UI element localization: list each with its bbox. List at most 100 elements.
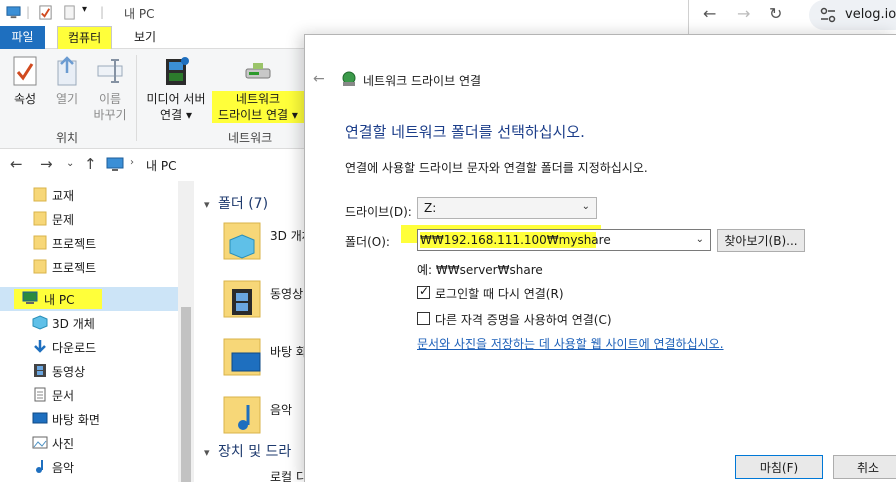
map-network-drive-button[interactable]: 네트워크 드라이브 연결 ▾ [212,55,304,123]
film-icon [34,364,46,377]
music-note-icon [36,460,43,473]
ribbon-group-divider [136,55,137,141]
nav-item-label: 프로젝트 [52,261,97,275]
open-icon [57,56,77,86]
dialog-title: 네트워크 드라이브 연결 [363,74,482,88]
network-group-label: 네트워크 [228,131,273,145]
tab-computer[interactable]: 컴퓨터 [57,26,113,49]
example-path: 예: ₩₩server₩share [417,263,543,277]
nav-item-documents[interactable]: 문서 [0,383,178,407]
picture-icon [32,436,48,449]
folder-icon [33,187,47,202]
media-server-icon [166,57,189,85]
folder-icon [33,235,47,250]
drive-letter-value: Z: [424,201,437,215]
back-arrow-icon[interactable]: ← [703,4,716,23]
breadcrumb-chevron-icon: › [130,157,134,168]
nav-item-label: 문제 [52,213,75,227]
rename-button[interactable]: 이름 바꾸기 [90,55,130,123]
network-drive-icon [342,71,356,86]
nav-item-label: 사진 [52,437,75,451]
cancel-button[interactable]: 취소 [833,455,896,479]
open-button[interactable]: 열기 [50,55,84,107]
nav-item-this-pc[interactable]: 내 PC [0,287,178,311]
folder-icon [33,211,47,226]
folder-tile-label: 음악 [270,403,293,417]
collapse-chevron-icon: ▾ [204,198,210,211]
connect-website-link[interactable]: 문서와 사진을 저장하는 데 사용할 웹 사이트에 연결하십시오. [417,335,724,352]
nav-item-label: 프로젝트 [52,237,97,251]
properties-icon [13,56,37,86]
nav-item-downloads[interactable]: 다운로드 [0,335,178,359]
media-server-label-line2: 연결 ▾ [160,108,192,122]
browse-button[interactable]: 찾아보기(B)... [717,229,805,252]
chevron-down-icon[interactable]: ⌄ [696,234,704,245]
forward-arrow-icon[interactable]: → [40,155,53,173]
other-credentials-checkbox[interactable] [417,312,430,325]
download-arrow-icon [34,340,46,353]
address-bar[interactable]: velog.io/ [809,0,896,30]
drive-label: 드라이브(D): [345,205,412,219]
folder-3d-objects-icon [223,222,261,260]
finish-button[interactable]: 마침(F) [735,455,823,479]
folder-desktop-icon [223,338,261,376]
nav-item-project-2[interactable]: 프로젝트 [0,255,178,279]
cube-icon [32,315,48,330]
folder-path-input[interactable] [420,231,688,249]
back-arrow-icon[interactable]: ← [10,155,23,173]
media-server-button[interactable]: 미디어 서버 연결 ▾ [142,55,210,123]
explorer-titlebar: | ▾ | 내 PC [0,0,690,26]
site-settings-icon [820,7,836,23]
devices-section-header[interactable]: ▾ 장치 및 드라 [204,441,291,461]
tab-view[interactable]: 보기 [124,26,166,49]
nav-scrollbar[interactable] [178,181,194,482]
nav-item-pictures[interactable]: 사진 [0,431,178,455]
nav-item-label: 내 PC [44,293,75,307]
recent-locations-chevron-icon[interactable]: ⌄ [66,158,74,169]
nav-scrollbar-thumb[interactable] [181,307,191,482]
navigation-pane: 교재 문제 프로젝트 프로젝트 내 PC 3D 개체 다운로드 동영상 문서 바… [0,181,178,482]
back-arrow-icon[interactable]: ← [313,71,325,87]
nav-item-music[interactable]: 음악 [0,455,178,479]
chevron-down-icon: ⌄ [581,201,590,212]
reconnect-label: 로그인할 때 다시 연결(R) [435,287,564,301]
network-drive-icon [245,63,271,79]
url-text: velog.io/ [845,7,896,22]
nav-item-desktop[interactable]: 바탕 화면 [0,407,178,431]
local-disk-item[interactable]: 로컬 디 [270,468,307,482]
up-arrow-icon[interactable]: ↑ [84,155,97,173]
reload-icon[interactable]: ↻ [769,4,782,23]
folders-section-header[interactable]: ▾ 폴더 (7) [204,193,268,213]
folder-tile-label: 바탕 화 [270,345,307,359]
nav-item-textbook[interactable]: 교재 [0,183,178,207]
nav-item-label: 문서 [52,389,75,403]
computer-icon [22,291,38,304]
new-folder-icon[interactable] [62,5,77,20]
properties-button[interactable]: 속성 [8,55,42,107]
rename-label-line1: 이름 [98,92,122,106]
forward-arrow-icon[interactable]: → [737,4,750,23]
nav-item-videos[interactable]: 동영상 [0,359,178,383]
nav-item-label: 동영상 [52,365,86,379]
desktop-icon [32,412,48,424]
nav-item-problems[interactable]: 문제 [0,207,178,231]
nav-item-label: 바탕 화면 [52,413,100,427]
titlebar-separator-2: | [100,5,105,19]
folder-music-icon [223,396,261,434]
reconnect-checkbox[interactable]: ✓ [417,284,430,299]
drive-letter-select[interactable]: Z: ⌄ [417,197,597,219]
document-icon [34,387,46,402]
folder-videos-icon [223,280,261,318]
open-label: 열기 [55,92,79,106]
tab-file[interactable]: 파일 [0,26,45,49]
address-path[interactable]: › 내 PC [104,154,314,176]
nav-item-project-1[interactable]: 프로젝트 [0,231,178,255]
folder-path-combobox[interactable]: ⌄ [417,229,711,251]
nav-item-3d-objects[interactable]: 3D 개체 [0,311,178,335]
nav-item-label: 다운로드 [52,341,97,355]
breadcrumb-current: 내 PC [146,159,177,173]
properties-check-icon[interactable] [38,5,53,20]
other-credentials-label: 다른 자격 증명을 사용하여 연결(C) [435,313,612,327]
collapse-chevron-icon: ▾ [204,446,210,459]
quick-access-dropdown-icon[interactable]: ▾ [82,4,87,15]
